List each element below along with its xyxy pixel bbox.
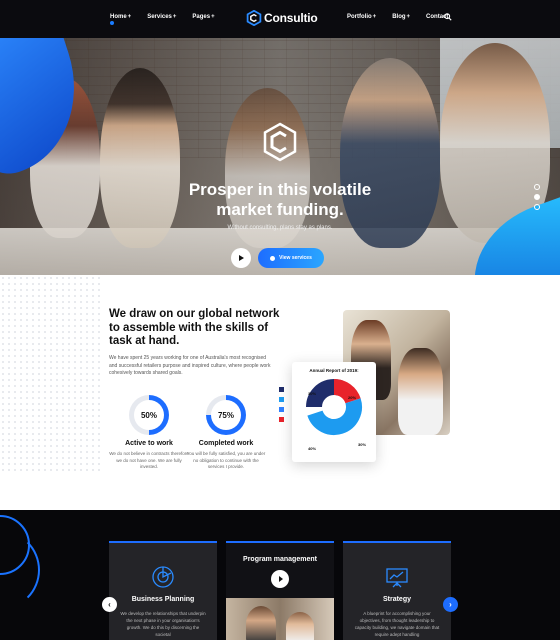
service-card-strategy[interactable]: Strategy A blueprint for accomplishing y… bbox=[343, 541, 451, 640]
progress-ring-active: 50% bbox=[129, 395, 169, 435]
report-legend bbox=[279, 387, 284, 422]
hero-title-line1: Prosper in this volatile bbox=[188, 180, 372, 199]
hero-title: Prosper in this volatile market funding. bbox=[140, 180, 420, 220]
card-photo-person-1 bbox=[246, 606, 276, 640]
stat-active: 50% Active to work We do not believe in … bbox=[109, 395, 189, 471]
top-nav: Home + Services + Pages + Consultio Portfol… bbox=[0, 0, 560, 38]
about-heading: We draw on our global network to assembl… bbox=[109, 308, 280, 347]
slider-dot-2[interactable] bbox=[534, 194, 540, 200]
decor-swirl-2 bbox=[0, 530, 40, 610]
nav-pages-plus: + bbox=[211, 14, 215, 20]
about-section: We draw on our global network to assembl… bbox=[0, 275, 560, 510]
stat-active-text: We do not believe in contracts therefore… bbox=[109, 451, 189, 469]
carousel-next-button[interactable]: › bbox=[443, 597, 458, 612]
stat-completed-value: 75% bbox=[211, 400, 241, 430]
hero-slider-pager bbox=[534, 184, 540, 210]
presentation-board-icon bbox=[386, 568, 408, 588]
donut-hole bbox=[324, 397, 344, 417]
carousel-prev-button[interactable]: ‹ bbox=[102, 597, 117, 612]
brand-logo[interactable]: Consultio bbox=[246, 10, 318, 26]
nav-pages-label: Pages bbox=[192, 14, 211, 20]
nav-home-label: Home bbox=[110, 14, 127, 20]
hero-person-3 bbox=[225, 88, 310, 248]
slider-dot-3[interactable] bbox=[534, 204, 540, 210]
brand-hex-icon bbox=[246, 10, 262, 26]
button-dot-icon bbox=[270, 255, 276, 261]
card-title-program-management: Program management bbox=[243, 556, 317, 563]
nav-portfolio-plus: + bbox=[372, 14, 377, 20]
card-text-strategy: A blueprint for accomplishing your objec… bbox=[354, 611, 440, 637]
card-title-strategy: Strategy bbox=[382, 596, 411, 603]
photo-person-2 bbox=[398, 348, 443, 435]
nav-portfolio-label: Portfolio bbox=[347, 14, 372, 20]
card-photo bbox=[226, 598, 334, 640]
target-chart-icon bbox=[152, 566, 174, 588]
about-text: We have spent 25 years working for one o… bbox=[109, 355, 271, 376]
hero-section: Prosper in this volatile market funding.… bbox=[0, 38, 560, 275]
dot-pattern bbox=[0, 275, 100, 475]
annual-report-card: Annual Report of 2019: 30% 20% 30% 40% bbox=[292, 362, 376, 462]
legend-swatch-1 bbox=[279, 387, 284, 392]
stat-active-label: Active to work bbox=[125, 440, 173, 447]
nav-services-plus: + bbox=[172, 14, 177, 20]
nav-home-plus: + bbox=[127, 14, 132, 20]
chevron-left-icon: ‹ bbox=[108, 600, 111, 609]
chevron-right-icon: › bbox=[449, 600, 452, 609]
card-text-business-planning: We develop the relationships that underp… bbox=[120, 611, 206, 637]
report-title: Annual Report of 2019: bbox=[309, 368, 359, 373]
hero-c-logo-icon bbox=[263, 122, 297, 162]
nav-services-label: Services bbox=[147, 14, 172, 20]
card-photo-person-2 bbox=[286, 612, 314, 640]
nav-home[interactable]: Home + bbox=[110, 14, 132, 25]
stat-completed-text: You will be fully satisfied, you are und… bbox=[186, 451, 266, 469]
card-title-business-planning: Business Planning bbox=[131, 596, 195, 603]
pie-label-blue: 30% bbox=[358, 442, 367, 447]
hero-person-2 bbox=[100, 68, 180, 248]
legend-swatch-4 bbox=[279, 417, 284, 422]
hero-title-line2: market funding. bbox=[216, 200, 344, 219]
nav-blog-plus: + bbox=[406, 14, 411, 20]
pie-label-lightblue: 40% bbox=[308, 446, 317, 451]
report-donut-chart bbox=[306, 379, 362, 435]
legend-swatch-2 bbox=[279, 397, 284, 402]
nav-portfolio[interactable]: Portfolio + bbox=[347, 14, 376, 20]
card-play-button[interactable] bbox=[271, 570, 289, 588]
service-card-business-planning[interactable]: Business Planning We develop the relatio… bbox=[109, 541, 217, 640]
view-services-button[interactable]: View services bbox=[258, 248, 324, 268]
stat-active-value: 50% bbox=[134, 400, 164, 430]
brand-name: Consultio bbox=[264, 11, 318, 25]
pie-label-navy: 30% bbox=[308, 391, 317, 396]
stat-completed: 75% Completed work You will be fully sat… bbox=[186, 395, 266, 471]
progress-ring-completed: 75% bbox=[206, 395, 246, 435]
nav-pages[interactable]: Pages + bbox=[192, 14, 214, 20]
search-icon[interactable] bbox=[444, 13, 452, 21]
nav-services[interactable]: Services + bbox=[147, 14, 176, 20]
service-card-program-management[interactable]: Program management bbox=[226, 541, 334, 640]
view-services-label: View services bbox=[279, 255, 312, 261]
nav-left-menu: Home + Services + Pages + bbox=[110, 14, 231, 25]
legend-swatch-3 bbox=[279, 407, 284, 412]
stat-completed-label: Completed work bbox=[198, 440, 254, 447]
hero-play-button[interactable] bbox=[231, 248, 251, 268]
services-section: Business Planning We develop the relatio… bbox=[0, 510, 560, 640]
hero-subtitle: Without consulting, plans stay as plans. bbox=[227, 225, 333, 231]
slider-dot-1[interactable] bbox=[534, 184, 540, 190]
nav-blog[interactable]: Blog + bbox=[392, 14, 410, 20]
nav-blog-label: Blog bbox=[392, 14, 406, 20]
pie-label-red: 20% bbox=[348, 395, 357, 400]
